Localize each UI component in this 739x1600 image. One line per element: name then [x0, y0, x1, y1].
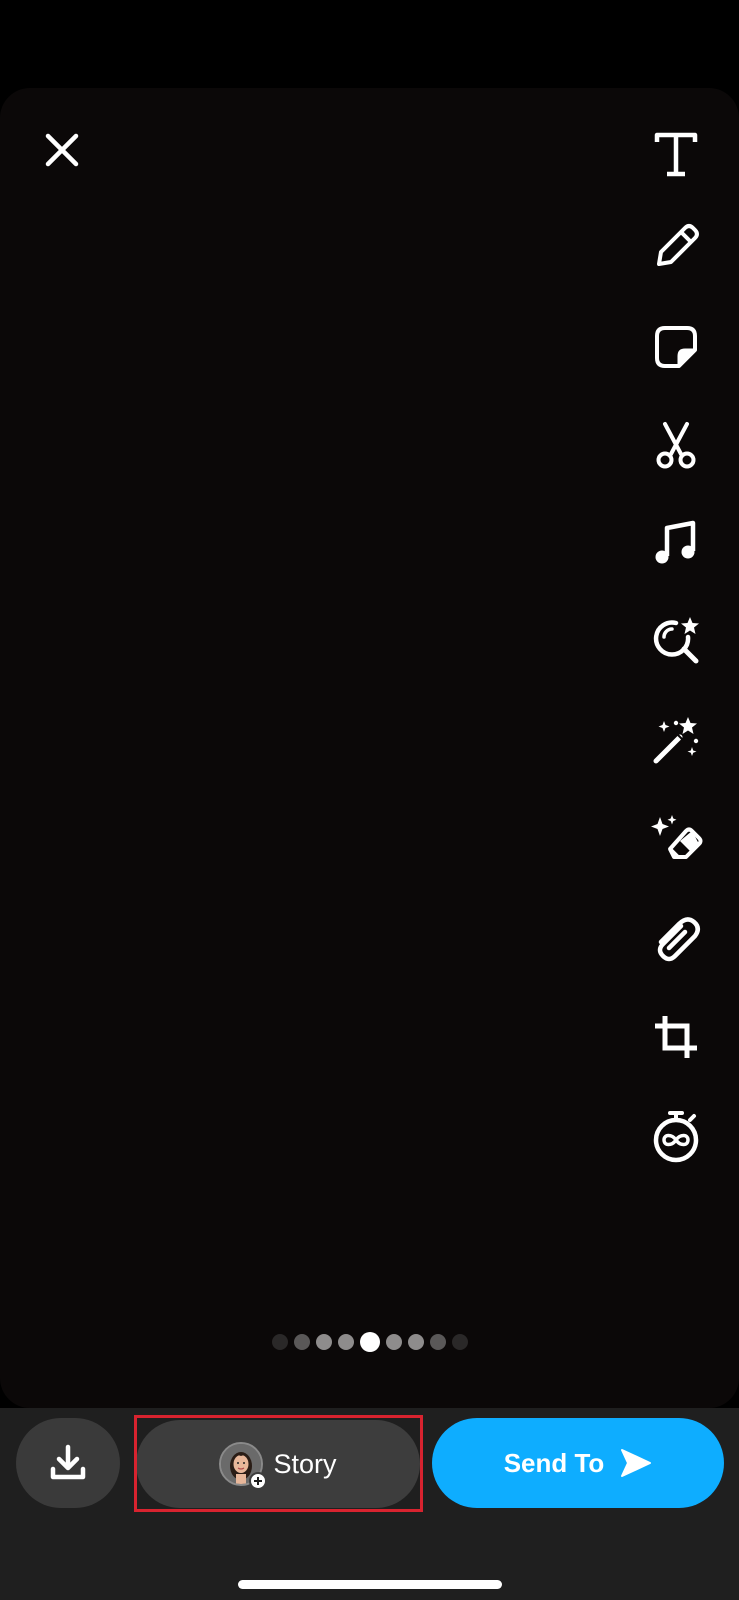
close-icon [45, 133, 79, 167]
timer-tool-button[interactable] [643, 1104, 709, 1170]
sticker-tool-button[interactable] [643, 314, 709, 380]
page-indicator [0, 1330, 739, 1354]
home-indicator[interactable] [238, 1580, 502, 1589]
attach-tool-button[interactable] [643, 906, 709, 972]
send-to-button[interactable]: Send To [432, 1418, 724, 1508]
avatar [219, 1442, 268, 1490]
magic-tool-button[interactable] [643, 708, 709, 774]
page-dot [337, 1334, 354, 1350]
music-note-icon [655, 520, 696, 564]
eraser-tool-button[interactable] [643, 806, 709, 872]
crop-icon [655, 1016, 697, 1058]
text-icon [654, 132, 698, 177]
music-tool-button[interactable] [643, 510, 709, 576]
lens-search-icon [653, 617, 699, 664]
text-tool-button[interactable] [643, 122, 709, 188]
page-dot [315, 1334, 332, 1350]
scissors-tool-button[interactable] [643, 412, 709, 478]
save-button[interactable] [16, 1418, 120, 1508]
add-story-plus-icon [249, 1472, 268, 1490]
sticker-icon [655, 326, 697, 368]
pencil-icon [657, 224, 699, 266]
paperclip-icon [657, 917, 700, 962]
send-to-label: Send To [503, 1447, 605, 1478]
draw-tool-button[interactable] [643, 214, 709, 280]
magic-eraser-icon [651, 815, 703, 859]
page-dot [451, 1334, 468, 1350]
lens-tool-button[interactable] [643, 608, 709, 674]
page-dot [271, 1334, 288, 1350]
story-label: Story [273, 1448, 337, 1479]
editing-toolbar [643, 122, 709, 1202]
page-dot [407, 1334, 424, 1350]
page-dot-active [359, 1332, 380, 1352]
close-button[interactable] [40, 128, 84, 172]
send-arrow-icon [621, 1449, 652, 1477]
page-dot [385, 1334, 402, 1350]
scissors-icon [656, 422, 696, 469]
story-button[interactable]: Story [136, 1420, 420, 1508]
crop-tool-button[interactable] [643, 1004, 709, 1070]
snap-preview-canvas[interactable] [0, 88, 739, 1408]
download-icon [50, 1444, 86, 1480]
page-dot [293, 1334, 310, 1350]
page-dot [429, 1334, 446, 1350]
magic-wand-icon [653, 717, 699, 764]
infinity-timer-icon [653, 1111, 699, 1163]
